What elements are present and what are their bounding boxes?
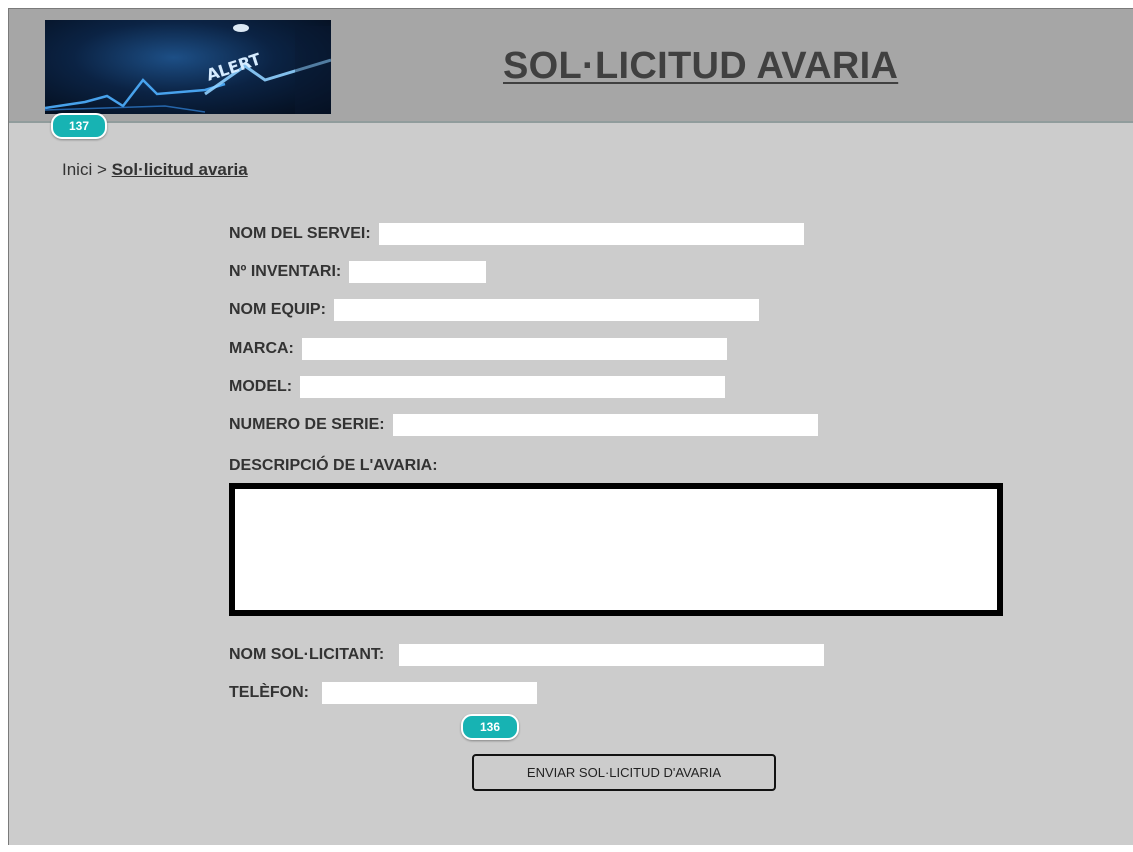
requester-name-input[interactable] [399,644,825,666]
model-input[interactable] [300,376,726,398]
brand-input[interactable] [301,338,727,360]
equipment-name-label: NOM EQUIP: [229,301,326,318]
breadcrumb-home[interactable]: Inici [62,160,92,179]
serial-number-input[interactable] [392,414,818,436]
field-row-inventory: Nº INVENTARI: [229,260,487,284]
page: ALERT SOL·LICITUD AVARIA 137 Inici > Sol… [8,8,1133,845]
page-title: SOL·LICITUD AVARIA [503,45,899,87]
inventory-number-input[interactable] [349,261,487,283]
equipment-name-input[interactable] [333,299,759,321]
submit-fault-request-button[interactable]: ENVIAR SOL·LICITUD D'AVARIA [472,754,776,791]
field-row-phone: TELÈFON: [229,681,537,705]
header: ALERT SOL·LICITUD AVARIA [9,9,1133,123]
model-label: MODEL: [229,378,293,395]
requester-name-label: NOM SOL·LICITANT: [229,646,385,663]
breadcrumb-current[interactable]: Sol·licitud avaria [112,160,248,179]
field-row-equipment: NOM EQUIP: [229,298,759,322]
service-name-label: NOM DEL SERVEI: [229,225,371,242]
field-row-service: NOM DEL SERVEI: [229,222,804,246]
fault-description-label: DESCRIPCIÓ DE L'AVARIA: [229,457,438,474]
phone-input[interactable] [322,682,537,704]
serial-number-label: NUMERO DE SERIE: [229,416,385,433]
field-row-serial: NUMERO DE SERIE: [229,413,818,437]
breadcrumb-separator: > [96,160,107,179]
brand-label: MARCA: [229,340,294,357]
field-row-description: DESCRIPCIÓ DE L'AVARIA: [229,454,438,478]
field-row-model: MODEL: [229,375,726,399]
logo-badge: 137 [51,113,107,139]
field-row-brand: MARCA: [229,337,727,361]
fault-description-textarea[interactable] [229,483,1003,616]
service-name-input[interactable] [378,223,804,245]
phone-label: TELÈFON: [229,684,309,701]
submit-badge: 136 [461,714,519,740]
logo-alert-text: ALERT [204,49,263,84]
breadcrumb: Inici > Sol·licitud avaria [62,160,248,180]
field-row-requester: NOM SOL·LICITANT: [229,643,825,667]
alert-logo-image: ALERT [45,20,331,114]
inventory-number-label: Nº INVENTARI: [229,263,342,280]
